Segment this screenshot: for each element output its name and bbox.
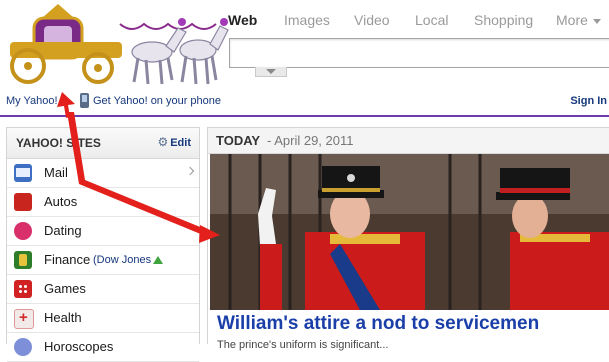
sidebar-header: YAHOO! SITES ⚙ Edit <box>7 128 199 159</box>
up-arrow-icon <box>153 256 164 264</box>
heart-icon <box>14 222 32 240</box>
sidebar-edit-button[interactable]: ⚙ Edit <box>157 135 191 149</box>
my-yahoo-link[interactable]: My Yahoo! <box>6 95 58 107</box>
search-options-dropdown[interactable] <box>255 67 287 77</box>
horoscope-icon <box>14 338 32 356</box>
sidebar-item-autos[interactable]: Autos <box>7 188 199 217</box>
featured-teaser: The prince's uniform is significant... <box>217 339 389 351</box>
mail-icon <box>14 164 32 182</box>
sidebar-item-games[interactable]: Games <box>7 275 199 304</box>
header: Web Images Video Local Shopping More My … <box>0 0 609 118</box>
edit-label: Edit <box>170 137 191 149</box>
tab-images[interactable]: Images <box>284 12 330 28</box>
today-date: - April 29, 2011 <box>267 133 354 148</box>
sidebar-item-mail[interactable]: Mail <box>7 159 199 188</box>
sidebar-item-label: Mail <box>44 165 68 180</box>
sidebar-item-label: Games <box>44 281 86 296</box>
chevron-down-icon <box>592 18 601 24</box>
chevron-down-icon <box>266 69 276 74</box>
get-yahoo-on-phone-link[interactable]: Get Yahoo! on your phone <box>93 95 221 107</box>
chevron-right-icon <box>185 166 195 176</box>
search-tabs: Web Images Video Local Shopping More <box>226 12 609 32</box>
health-cross-icon <box>14 309 34 329</box>
today-module: TODAY - April 29, 2011 William's attire … <box>207 127 609 351</box>
sidebar-item-label: Dating <box>44 223 82 238</box>
tab-video[interactable]: Video <box>354 12 390 28</box>
car-icon <box>14 193 32 211</box>
search-input[interactable] <box>229 38 609 68</box>
tab-local[interactable]: Local <box>415 12 448 28</box>
sidebar-item-label: Health <box>44 310 82 325</box>
sidebar-item-dating[interactable]: Dating <box>7 217 199 246</box>
tab-web[interactable]: Web <box>228 12 257 28</box>
gear-icon: ⚙ <box>157 135 169 149</box>
sidebar-item-finance[interactable]: Finance (Dow Jones <box>7 246 199 275</box>
today-header: TODAY - April 29, 2011 <box>208 128 609 154</box>
tab-more[interactable]: More <box>556 12 601 28</box>
tab-shopping[interactable]: Shopping <box>474 12 533 28</box>
header-divider <box>0 115 609 117</box>
dice-icon <box>14 280 32 298</box>
yahoo-sites-sidebar: YAHOO! SITES ⚙ Edit Mail Autos Dating Fin… <box>6 127 200 362</box>
dow-jones-label: (Dow Jones <box>93 254 152 266</box>
sidebar-item-health[interactable]: Health <box>7 304 199 333</box>
header-links: My Yahoo! Get Yahoo! on your phone Sign … <box>0 93 609 112</box>
sidebar-title: YAHOO! SITES <box>16 136 101 150</box>
featured-story-image[interactable] <box>210 154 609 310</box>
sidebar-item-label: Autos <box>44 194 78 209</box>
royal-carriage-doodle-logo[interactable] <box>2 0 230 92</box>
today-label: TODAY <box>216 133 261 148</box>
mobile-phone-icon <box>80 93 89 108</box>
sign-in-link[interactable]: Sign In <box>570 95 607 107</box>
sidebar-item-label: Finance <box>44 252 91 267</box>
sidebar-item-horoscopes[interactable]: Horoscopes <box>7 333 199 362</box>
sidebar-item-label: Horoscopes <box>44 339 114 354</box>
finance-icon <box>14 251 32 269</box>
tab-more-label: More <box>556 12 588 28</box>
dow-jones-quote[interactable]: (Dow Jones <box>93 254 164 266</box>
featured-headline-link[interactable]: William's attire a nod to servicemen <box>217 313 539 335</box>
